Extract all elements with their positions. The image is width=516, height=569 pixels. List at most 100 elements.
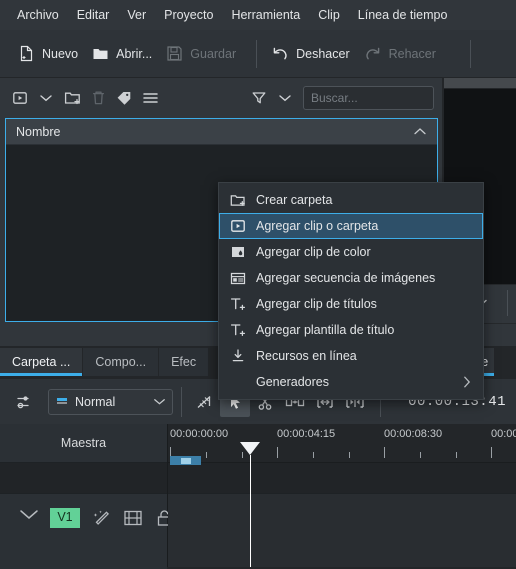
monitor-divider bbox=[507, 290, 508, 316]
master-track-label: Maestra bbox=[0, 424, 167, 463]
timeline-ruler[interactable]: 00:00:00:00 00:00:04:15 00:00:08:30 00:0… bbox=[168, 424, 516, 465]
tab-efectos-label: Efec bbox=[171, 355, 197, 369]
timeline-settings-icon[interactable] bbox=[10, 387, 40, 417]
redo-icon bbox=[364, 45, 382, 63]
filter-chevron-down-icon[interactable] bbox=[273, 86, 297, 110]
tab-composicion-label: Compo... bbox=[95, 355, 147, 369]
menu-icon[interactable] bbox=[138, 86, 162, 110]
toolbar-divider-1 bbox=[256, 39, 258, 68]
context-item-agregar-clip-de-color[interactable]: Agregar clip de color bbox=[219, 239, 483, 265]
ruler-label-3: 00:00 bbox=[491, 428, 516, 440]
timeline-gap-row bbox=[168, 463, 516, 494]
context-item-label: Crear carpeta bbox=[256, 193, 333, 207]
new-project-button[interactable]: Nuevo bbox=[14, 41, 88, 66]
context-item-label: Recursos en línea bbox=[256, 349, 357, 363]
add-clip-chevron-down-icon[interactable] bbox=[34, 86, 58, 110]
menu-herramienta[interactable]: Herramienta bbox=[222, 5, 309, 26]
timeline-header-gap bbox=[0, 463, 167, 494]
ruler-tick-minor-5 bbox=[456, 452, 457, 458]
color-clip-icon bbox=[230, 244, 246, 260]
title-clip-icon bbox=[230, 296, 246, 312]
save-project-button[interactable]: Guardar bbox=[162, 41, 246, 66]
timeline-track-row-v1[interactable] bbox=[168, 494, 516, 567]
track-header-v1[interactable]: V1 bbox=[0, 494, 171, 569]
undo-icon bbox=[271, 45, 289, 63]
timeline: Maestra V1 00:00:00:00 00:00:04:15 00:00… bbox=[0, 424, 516, 569]
bin-context-menu: Crear carpeta Agregar clip o carpeta Agr… bbox=[218, 182, 484, 400]
save-disk-icon bbox=[166, 45, 183, 62]
tab-composicion[interactable]: Compo... bbox=[83, 348, 160, 376]
image-sequence-icon bbox=[230, 270, 246, 286]
menu-archivo[interactable]: Archivo bbox=[8, 5, 68, 26]
context-item-crear-carpeta[interactable]: Crear carpeta bbox=[219, 187, 483, 213]
filter-icon[interactable] bbox=[247, 86, 271, 110]
menu-editar[interactable]: Editar bbox=[68, 5, 119, 26]
edit-mode-dropdown[interactable]: Normal bbox=[48, 388, 173, 415]
menu-ver[interactable]: Ver bbox=[118, 5, 155, 26]
main-toolbar: Nuevo Abrir... Guardar Deshacer Rehacer bbox=[0, 30, 516, 78]
playhead-line bbox=[250, 455, 251, 567]
timeline-tracks-area[interactable]: 00:00:00:00 00:00:04:15 00:00:08:30 00:0… bbox=[168, 424, 516, 567]
tab-carpeta[interactable]: Carpeta ... bbox=[0, 348, 84, 376]
tab-efectos[interactable]: Efec bbox=[159, 348, 210, 376]
context-item-agregar-clip-o-carpeta[interactable]: Agregar clip o carpeta bbox=[219, 213, 483, 239]
context-item-label: Agregar secuencia de imágenes bbox=[256, 271, 436, 285]
context-item-recursos-en-linea[interactable]: Recursos en línea bbox=[219, 343, 483, 369]
menu-linea-de-tiempo[interactable]: Línea de tiempo bbox=[349, 5, 457, 26]
sort-chevron-up-icon[interactable] bbox=[413, 125, 427, 139]
playhead-handle[interactable] bbox=[240, 442, 260, 455]
no-icon-placeholder bbox=[230, 374, 246, 390]
toolbar-divider-2 bbox=[469, 39, 471, 68]
ruler-tick-minor-4 bbox=[420, 452, 421, 458]
add-clip-icon bbox=[230, 218, 246, 234]
context-item-label: Agregar plantilla de título bbox=[256, 323, 395, 337]
ruler-tick-major-2 bbox=[384, 447, 385, 458]
context-item-agregar-clip-de-titulos[interactable]: Agregar clip de títulos bbox=[219, 291, 483, 317]
timeline-track-headers: Maestra V1 bbox=[0, 424, 171, 569]
ruler-label-2: 00:00:08:30 bbox=[384, 428, 443, 440]
context-item-agregar-plantilla-de-titulo[interactable]: Agregar plantilla de título bbox=[219, 317, 483, 343]
ruler-tick-minor-3 bbox=[349, 452, 350, 458]
redo-label: Rehacer bbox=[388, 46, 436, 61]
context-item-label: Agregar clip de color bbox=[256, 245, 371, 259]
redo-button[interactable]: Rehacer bbox=[360, 41, 446, 67]
search-input[interactable]: Buscar... bbox=[303, 86, 434, 110]
delete-icon[interactable] bbox=[86, 86, 110, 110]
undo-button[interactable]: Deshacer bbox=[267, 41, 360, 67]
menu-proyecto[interactable]: Proyecto bbox=[155, 5, 222, 26]
context-item-generadores[interactable]: Generadores bbox=[219, 369, 483, 395]
bin-toolbar: Buscar... bbox=[0, 78, 442, 118]
new-folder-icon[interactable] bbox=[60, 86, 84, 110]
save-project-label: Guardar bbox=[190, 46, 237, 61]
context-item-agregar-secuencia-de-imagenes[interactable]: Agregar secuencia de imágenes bbox=[219, 265, 483, 291]
bin-column-name-label: Nombre bbox=[16, 124, 61, 139]
new-project-label: Nuevo bbox=[42, 46, 79, 61]
track-collapse-chevron-down-icon[interactable] bbox=[18, 508, 40, 521]
add-clip-icon[interactable] bbox=[8, 86, 32, 110]
open-project-button[interactable]: Abrir... bbox=[88, 41, 162, 66]
context-item-label: Agregar clip de títulos bbox=[256, 297, 377, 311]
download-icon bbox=[230, 348, 246, 364]
mix-icon[interactable] bbox=[190, 387, 220, 417]
title-template-icon bbox=[230, 322, 246, 338]
ruler-label-1: 00:00:04:15 bbox=[277, 428, 336, 440]
tab-carpeta-label: Carpeta ... bbox=[12, 355, 71, 369]
timeline-zone-handle[interactable] bbox=[181, 458, 191, 464]
effects-wand-icon[interactable] bbox=[90, 508, 112, 530]
tag-icon[interactable] bbox=[112, 86, 136, 110]
undo-label: Deshacer bbox=[296, 46, 350, 61]
bin-column-header[interactable]: Nombre bbox=[6, 119, 437, 145]
monitor-top-strip bbox=[444, 78, 516, 88]
folder-icon bbox=[92, 45, 109, 62]
video-strip-icon[interactable] bbox=[122, 508, 144, 528]
context-item-label: Generadores bbox=[256, 375, 329, 389]
ruler-tick-minor-2 bbox=[313, 452, 314, 458]
menu-clip[interactable]: Clip bbox=[309, 5, 349, 26]
track-name-badge-v1[interactable]: V1 bbox=[50, 508, 80, 528]
ruler-label-0: 00:00:00:00 bbox=[170, 428, 229, 440]
menu-bar: Archivo Editar Ver Proyecto Herramienta … bbox=[0, 0, 516, 30]
open-project-label: Abrir... bbox=[116, 46, 153, 61]
ruler-tick-minor-0 bbox=[206, 452, 207, 458]
context-item-label: Agregar clip o carpeta bbox=[256, 219, 379, 233]
edit-mode-icon bbox=[55, 394, 69, 409]
